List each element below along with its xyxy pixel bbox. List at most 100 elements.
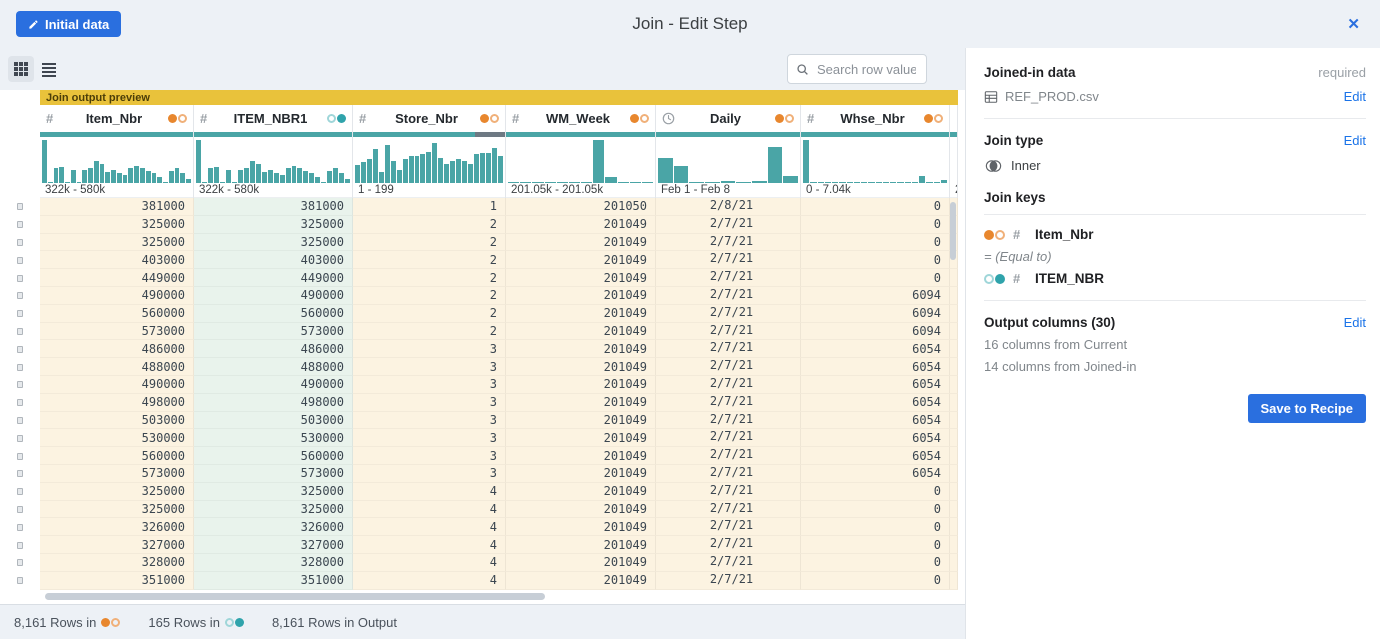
cell[interactable]: 498000 bbox=[194, 394, 353, 412]
cell[interactable]: 560000 bbox=[194, 447, 353, 465]
cell[interactable] bbox=[950, 501, 958, 519]
cell[interactable]: 201049 bbox=[506, 234, 656, 252]
cell[interactable]: 530000 bbox=[40, 429, 194, 447]
cell[interactable]: 6054 bbox=[801, 465, 950, 483]
edit-joined-in-link[interactable]: Edit bbox=[1344, 89, 1366, 104]
cell[interactable]: 503000 bbox=[40, 412, 194, 430]
column-header[interactable]: #Whse_Nbr bbox=[801, 105, 949, 132]
cell[interactable]: 325000 bbox=[40, 501, 194, 519]
data-quality-bar[interactable] bbox=[40, 132, 193, 137]
cell[interactable]: 490000 bbox=[40, 376, 194, 394]
cell[interactable]: 3 bbox=[353, 340, 506, 358]
cell[interactable]: 351000 bbox=[40, 572, 194, 590]
cell[interactable]: 6094 bbox=[801, 287, 950, 305]
cell[interactable]: 325000 bbox=[40, 483, 194, 501]
cell[interactable]: 2/7/21 bbox=[656, 501, 801, 519]
cell[interactable]: 449000 bbox=[194, 269, 353, 287]
cell[interactable]: 325000 bbox=[194, 234, 353, 252]
cell[interactable]: 6054 bbox=[801, 394, 950, 412]
cell[interactable]: 0 bbox=[801, 198, 950, 216]
column-histogram[interactable] bbox=[506, 138, 655, 183]
column-header[interactable]: #Store_Nbr bbox=[353, 105, 505, 132]
cell[interactable]: 201049 bbox=[506, 394, 656, 412]
column-histogram[interactable] bbox=[194, 138, 352, 183]
cell[interactable]: 0 bbox=[801, 216, 950, 234]
list-view-button[interactable] bbox=[36, 56, 62, 82]
cell[interactable]: 3 bbox=[353, 465, 506, 483]
cell[interactable]: 201049 bbox=[506, 376, 656, 394]
cell[interactable]: 560000 bbox=[40, 447, 194, 465]
cell[interactable]: 328000 bbox=[40, 554, 194, 572]
edit-output-columns-link[interactable]: Edit bbox=[1344, 315, 1366, 330]
cell[interactable] bbox=[950, 572, 958, 590]
cell[interactable]: 486000 bbox=[40, 340, 194, 358]
cell[interactable]: 2/7/21 bbox=[656, 536, 801, 554]
cell[interactable]: 201050 bbox=[506, 198, 656, 216]
cell[interactable] bbox=[950, 269, 958, 287]
cell[interactable]: 2/7/21 bbox=[656, 412, 801, 430]
cell[interactable]: 201049 bbox=[506, 572, 656, 590]
column-histogram[interactable] bbox=[950, 138, 957, 183]
cell[interactable]: 3 bbox=[353, 376, 506, 394]
cell[interactable]: 3 bbox=[353, 412, 506, 430]
cell[interactable]: 325000 bbox=[194, 216, 353, 234]
cell[interactable]: 6054 bbox=[801, 358, 950, 376]
cell[interactable] bbox=[950, 518, 958, 536]
cell[interactable]: 0 bbox=[801, 536, 950, 554]
cell[interactable]: 201049 bbox=[506, 429, 656, 447]
cell[interactable]: 2 bbox=[353, 234, 506, 252]
cell[interactable]: 381000 bbox=[194, 198, 353, 216]
cell[interactable]: 403000 bbox=[194, 251, 353, 269]
cell[interactable]: 1 bbox=[353, 198, 506, 216]
cell[interactable]: 0 bbox=[801, 269, 950, 287]
cell[interactable]: 2/7/21 bbox=[656, 376, 801, 394]
cell[interactable]: 201049 bbox=[506, 412, 656, 430]
cell[interactable]: 4 bbox=[353, 572, 506, 590]
cell[interactable]: 573000 bbox=[40, 465, 194, 483]
cell[interactable]: 2/7/21 bbox=[656, 429, 801, 447]
cell[interactable]: 6054 bbox=[801, 447, 950, 465]
data-quality-bar[interactable] bbox=[506, 132, 655, 137]
cell[interactable]: 3 bbox=[353, 429, 506, 447]
cell[interactable]: 2/7/21 bbox=[656, 358, 801, 376]
cell[interactable]: 6094 bbox=[801, 323, 950, 341]
cell[interactable]: 2 bbox=[353, 287, 506, 305]
cell[interactable]: 6054 bbox=[801, 376, 950, 394]
cell[interactable]: 351000 bbox=[194, 572, 353, 590]
cell[interactable] bbox=[950, 305, 958, 323]
cell[interactable]: 0 bbox=[801, 518, 950, 536]
cell[interactable]: 201049 bbox=[506, 287, 656, 305]
column-header[interactable]: #ITEM_NBR1 bbox=[194, 105, 352, 132]
cell[interactable]: 201049 bbox=[506, 358, 656, 376]
cell[interactable]: 490000 bbox=[194, 287, 353, 305]
cell[interactable]: 3 bbox=[353, 358, 506, 376]
cell[interactable]: 2/7/21 bbox=[656, 483, 801, 501]
cell[interactable]: 326000 bbox=[40, 518, 194, 536]
cell[interactable]: 325000 bbox=[40, 234, 194, 252]
cell[interactable]: 560000 bbox=[194, 305, 353, 323]
cell[interactable]: 488000 bbox=[194, 358, 353, 376]
cell[interactable] bbox=[950, 358, 958, 376]
cell[interactable]: 2/7/21 bbox=[656, 251, 801, 269]
data-quality-bar[interactable] bbox=[194, 132, 352, 137]
cell[interactable]: 327000 bbox=[194, 536, 353, 554]
data-quality-bar[interactable] bbox=[353, 132, 505, 137]
cell[interactable] bbox=[950, 340, 958, 358]
cell[interactable]: 2/7/21 bbox=[656, 518, 801, 536]
cell[interactable] bbox=[950, 429, 958, 447]
cell[interactable] bbox=[950, 536, 958, 554]
cell[interactable]: 2/7/21 bbox=[656, 305, 801, 323]
cell[interactable]: 2/7/21 bbox=[656, 447, 801, 465]
cell[interactable] bbox=[950, 287, 958, 305]
cell[interactable]: 2/8/21 bbox=[656, 198, 801, 216]
data-quality-bar[interactable] bbox=[950, 132, 957, 137]
cell[interactable]: 201049 bbox=[506, 251, 656, 269]
close-button[interactable]: ✕ bbox=[1343, 11, 1364, 37]
search-input[interactable] bbox=[815, 61, 918, 78]
cell[interactable]: 327000 bbox=[40, 536, 194, 554]
cell[interactable]: 2/7/21 bbox=[656, 554, 801, 572]
cell[interactable]: 2 bbox=[353, 323, 506, 341]
column-header[interactable]: #WM_Week bbox=[506, 105, 655, 132]
cell[interactable]: 381000 bbox=[40, 198, 194, 216]
cell[interactable]: 0 bbox=[801, 554, 950, 572]
